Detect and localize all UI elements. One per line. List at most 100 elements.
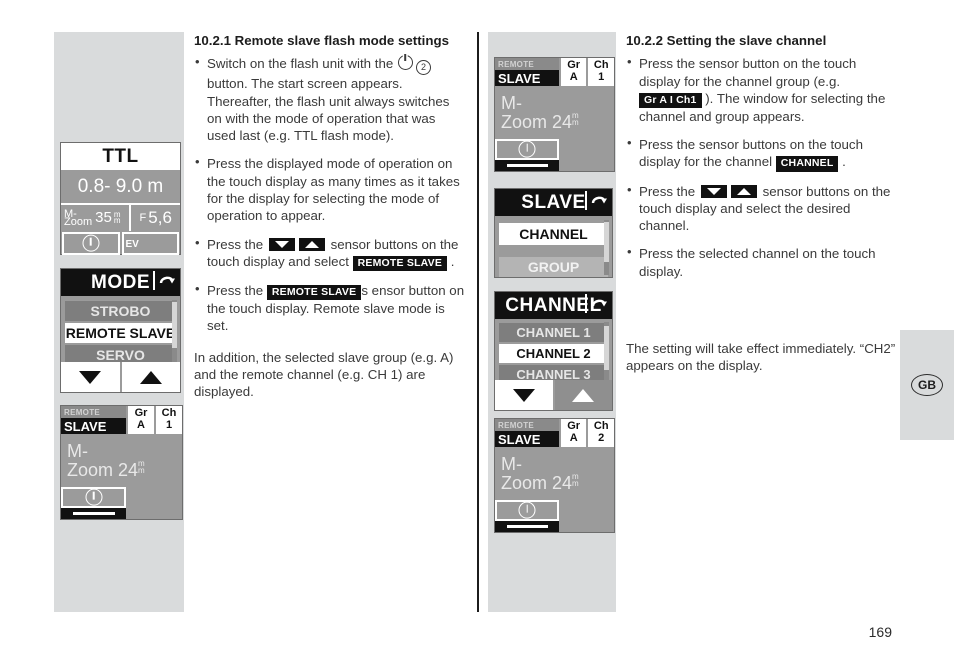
channel-menu-display[interactable]: CHANNEL CHANNEL 1 CHANNEL 2 CHANNEL 3 <box>494 291 613 411</box>
slave-zoom-line2: Zoom 24 <box>501 473 573 494</box>
channel-value: 1 <box>165 419 173 431</box>
slave-header-row: REMOTE SLAVE Gr A Ch 2 <box>495 419 615 447</box>
inline-button-badge: REMOTE SLAVE <box>266 284 362 300</box>
ttl-zoom-label: M- Zoom <box>64 208 93 228</box>
ttl-aperture-label: F <box>139 212 147 224</box>
slave-exposure-cell[interactable] <box>495 500 560 521</box>
page-number: 169 <box>868 624 892 640</box>
mode-scrollbar-thumb[interactable] <box>172 302 177 348</box>
ttl-parameter-row: M- Zoom 35 mm F 5,6 <box>61 203 180 231</box>
slave-status-bar <box>495 521 560 532</box>
mode-up-button[interactable] <box>122 362 181 392</box>
right-closing-paragraph: The setting will take effect immediately… <box>626 340 896 374</box>
channel-scrollbar-thumb[interactable] <box>604 326 609 370</box>
channel-item-2[interactable]: CHANNEL 2 <box>499 344 608 363</box>
return-arrow-icon[interactable] <box>153 271 176 290</box>
up-arrow-icon <box>572 388 595 402</box>
ttl-footer-row: EV <box>61 231 180 256</box>
up-sensor-button-icon <box>298 237 325 251</box>
text-column-right: 10.2.2 Setting the slave channel Press t… <box>626 32 898 386</box>
return-arrow-icon[interactable] <box>585 191 608 210</box>
channel-value: 1 <box>598 71 605 83</box>
mode-arrow-buttons <box>61 362 180 392</box>
slave-zoom-line2: Zoom 24 <box>501 112 573 133</box>
slave-status-display-left[interactable]: REMOTE SLAVE Gr A Ch 1 M- Zoom 24m m <box>60 405 183 520</box>
channel-up-button[interactable] <box>554 380 612 410</box>
right-bullet-list: Press the sensor button on the touch dis… <box>626 54 898 280</box>
exposure-ok-icon <box>82 234 100 252</box>
slave-status-bar <box>61 508 127 519</box>
left-closing-paragraph: In addition, the selected slave group (e… <box>194 349 454 400</box>
ttl-display[interactable]: TTL 0.8- 9.0 m M- Zoom 35 mm F 5,6 EV <box>60 142 181 255</box>
inline-button-badge: REMOTE SLAVE <box>352 255 448 271</box>
exposure-ok-icon <box>85 488 103 506</box>
ttl-ev-cell[interactable]: EV <box>121 232 179 255</box>
slave-group-field[interactable]: Gr A <box>558 419 587 447</box>
ttl-aperture-value: 5,6 <box>148 208 172 227</box>
section-divider-rule <box>477 32 479 612</box>
slave-zoom-line1: M- <box>501 93 522 113</box>
slave-zoom-line1: M- <box>67 441 88 461</box>
bullet-item: Switch on the flash unit with the 2 butt… <box>194 54 466 144</box>
slave-group-field[interactable]: Gr A <box>126 406 154 434</box>
slave-item-channel[interactable]: CHANNEL <box>499 223 608 245</box>
up-arrow-icon <box>139 370 162 384</box>
slave-zoom-readout: M- Zoom 24m m <box>61 434 182 481</box>
slave-mode-field[interactable]: REMOTE SLAVE <box>495 419 559 447</box>
slave-mode-field[interactable]: REMOTE SLAVE <box>495 58 559 86</box>
slave-zoom-line2: Zoom 24 <box>67 460 139 481</box>
ttl-exposure-ok-cell[interactable] <box>62 232 120 255</box>
slave-menu-display[interactable]: SLAVE CHANNEL GROUP <box>494 188 613 278</box>
slave-menu-title: SLAVE <box>521 191 586 213</box>
mode-down-button[interactable] <box>61 362 120 392</box>
inline-button-badge: CHANNEL <box>775 156 839 172</box>
remote-label: REMOTE <box>495 58 559 70</box>
slave-footer <box>495 139 560 171</box>
bullet-item: Press the selected channel on the touch … <box>626 244 898 280</box>
ttl-zoom-value: 35 <box>95 208 112 226</box>
bullet-item: Press the sensor buttons on the touch di… <box>626 135 898 172</box>
bullet-item: Press the REMOTE SLAVEs ensor button on … <box>194 281 466 335</box>
bullet-item: Press the sensor buttons on the touch di… <box>194 235 466 271</box>
slave-header-row: REMOTE SLAVE Gr A Ch 1 <box>61 406 182 434</box>
slave-zoom-unit: mm <box>572 472 579 488</box>
slave-exposure-cell[interactable] <box>495 139 560 160</box>
slave-header-row: REMOTE SLAVE Gr A Ch 1 <box>495 58 615 86</box>
slave-mode-field[interactable]: REMOTE SLAVE <box>61 406 126 434</box>
slave-channel-field[interactable]: Ch 2 <box>586 419 615 447</box>
group-value: A <box>137 419 145 431</box>
slave-zoom-readout: M- Zoom 24m m <box>495 447 614 494</box>
mode-menu-display[interactable]: MODE STROBO REMOTE SLAVE SERVO <box>60 268 181 393</box>
slave-channel-field[interactable]: Ch 1 <box>586 58 615 86</box>
return-arrow-icon[interactable] <box>585 294 608 313</box>
circled-two-icon: 2 <box>415 60 431 76</box>
ttl-zoom-unit: mm <box>113 209 121 225</box>
ttl-zoom-field[interactable]: M- Zoom 35 mm <box>61 205 132 231</box>
down-sensor-button-icon <box>268 237 295 251</box>
power-icon <box>397 55 413 71</box>
section-heading-10-2-2: 10.2.2 Setting the slave channel <box>626 33 827 48</box>
channel-item-1[interactable]: CHANNEL 1 <box>499 323 608 342</box>
exposure-ok-icon <box>518 140 536 158</box>
inline-button-badge: Gr A I Ch1 <box>639 92 702 108</box>
slave-footer <box>495 500 560 532</box>
bullet-item: Press the displayed mode of operation on… <box>194 154 466 224</box>
slave-status-display-mid-bottom[interactable]: REMOTE SLAVE Gr A Ch 2 M- Zoom 24m m <box>494 418 615 533</box>
ttl-aperture-field[interactable]: F 5,6 <box>131 205 180 231</box>
slave-exposure-cell[interactable] <box>61 487 127 508</box>
slave-zoom-unit: mm <box>572 111 579 127</box>
slave-status-display-mid-top[interactable]: REMOTE SLAVE Gr A Ch 1 M- Zoom 24m m <box>494 57 615 172</box>
slave-zoom-unit: mm <box>138 459 145 475</box>
slave-group-field[interactable]: Gr A <box>558 58 587 86</box>
ttl-mode-label: TTL <box>61 143 180 170</box>
slave-channel-field[interactable]: Ch 1 <box>154 406 182 434</box>
mode-menu-title: MODE <box>91 271 150 293</box>
channel-down-button[interactable] <box>495 380 553 410</box>
slave-item-group[interactable]: GROUP <box>499 257 608 277</box>
slave-zoom-readout: M- Zoom 24m m <box>495 86 614 133</box>
remote-label: REMOTE <box>495 419 559 431</box>
mode-item-strobo[interactable]: STROBO <box>65 301 176 321</box>
mode-item-remote-slave[interactable]: REMOTE SLAVE <box>65 323 176 343</box>
language-code-gb: GB <box>911 374 943 396</box>
slave-scrollbar-thumb[interactable] <box>604 222 609 262</box>
